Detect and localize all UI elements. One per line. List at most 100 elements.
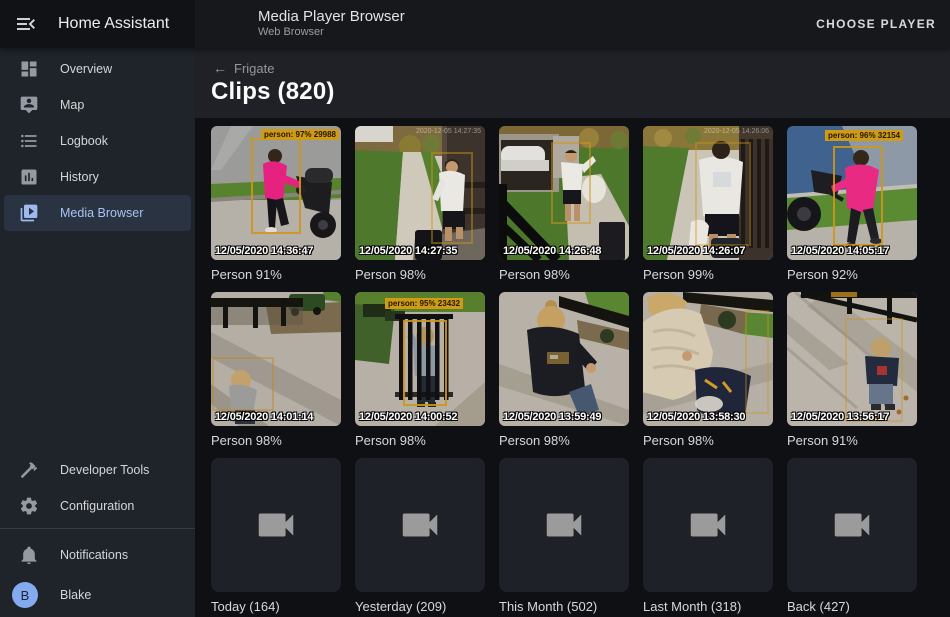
choose-player-button[interactable]: CHOOSE PLAYER <box>816 17 936 31</box>
clip-card[interactable]: 2020-12-05 14:26:06 12/05/2020 14:26:07 … <box>643 126 773 282</box>
clip-timestamp: 12/05/2020 14:01:14 <box>215 411 313 423</box>
clip-label: Person 98% <box>499 267 629 282</box>
clip-timestamp: 12/05/2020 14:00:52 <box>359 411 457 423</box>
clip-thumbnail: 12/05/2020 13:59:49 <box>499 292 629 426</box>
clip-card[interactable]: 12/05/2020 13:58:30 Person 98% <box>643 292 773 448</box>
sidebar-item-overview[interactable]: Overview <box>4 51 191 87</box>
gear-icon <box>19 496 39 516</box>
folder-thumbnail <box>355 458 485 592</box>
clip-thumbnail: person: 95% 23432 12/05/2020 14:00:52 <box>355 292 485 426</box>
folder-label: Today (164) <box>211 599 341 614</box>
folder-card-today[interactable]: Today (164) <box>211 458 341 614</box>
sidebar-item-logbook[interactable]: Logbook <box>4 123 191 159</box>
clip-timestamp: 12/05/2020 14:27:35 <box>359 245 457 257</box>
breadcrumb-back[interactable]: ← Frigate <box>213 60 274 76</box>
sidebar-item-developer-tools[interactable]: Developer Tools <box>4 452 191 488</box>
clip-label: Person 91% <box>211 267 341 282</box>
sidebar-item-label: Developer Tools <box>60 463 149 477</box>
sidebar-item-media-browser[interactable]: Media Browser <box>4 195 191 231</box>
detection-bbox <box>695 142 751 246</box>
sidebar-divider <box>0 528 195 529</box>
media-grid: person: 97% 29988 12/05/2020 14:36:47 Pe… <box>211 126 950 617</box>
sidebar-user[interactable]: B Blake <box>0 573 195 617</box>
clip-timestamp: 12/05/2020 13:56:17 <box>791 411 889 423</box>
video-camera-icon <box>541 502 587 548</box>
clip-label: Person 98% <box>499 433 629 448</box>
video-camera-icon <box>253 502 299 548</box>
clip-timestamp: 12/05/2020 14:26:07 <box>647 245 745 257</box>
folder-card-yesterday[interactable]: Yesterday (209) <box>355 458 485 614</box>
clip-thumbnail: 12/05/2020 13:56:17 <box>787 292 917 426</box>
clip-timestamp: 12/05/2020 14:26:48 <box>503 245 601 257</box>
detection-bbox <box>431 152 473 244</box>
sidebar-item-label: Configuration <box>60 499 134 513</box>
sidebar-item-configuration[interactable]: Configuration <box>4 488 191 524</box>
detection-bbox <box>745 310 769 414</box>
back-arrow-icon: ← <box>213 60 227 76</box>
clip-label: Person 98% <box>643 433 773 448</box>
page-header-subtitle: Web Browser <box>258 26 405 39</box>
clip-label: Person 92% <box>787 267 917 282</box>
chart-box-icon <box>19 167 39 187</box>
clip-card[interactable]: person: 95% 23432 12/05/2020 14:00:52 Pe… <box>355 292 485 448</box>
camera-timestamp-overlay: 2020-12-05 14:27:35 <box>416 128 481 135</box>
detection-label: person: 95% 23432 <box>385 298 463 309</box>
clip-timestamp: 12/05/2020 14:05:17 <box>791 245 889 257</box>
app-title: Home Assistant <box>58 15 169 33</box>
folder-thumbnail <box>643 458 773 592</box>
sidebar-item-notifications[interactable]: Notifications <box>4 537 191 573</box>
sidebar-item-label: History <box>60 170 99 184</box>
clip-scene <box>211 292 341 426</box>
sidebar-item-label: Overview <box>60 62 112 76</box>
clip-card[interactable]: person: 96% 32154 12/05/2020 14:05:17 Pe… <box>787 126 917 282</box>
clip-thumbnail: person: 97% 29988 12/05/2020 14:36:47 <box>211 126 341 260</box>
clip-card[interactable]: 2020-12-05 14:27:35 12/05/2020 14:27:35 … <box>355 126 485 282</box>
clip-card[interactable]: 12/05/2020 14:01:14 Person 98% <box>211 292 341 448</box>
clip-card[interactable]: 12/05/2020 13:56:17 Person 91% <box>787 292 917 448</box>
clip-label: Person 98% <box>211 433 341 448</box>
video-camera-icon <box>397 502 443 548</box>
clip-thumbnail: 12/05/2020 14:26:48 <box>499 126 629 260</box>
folder-label: Last Month (318) <box>643 599 773 614</box>
detection-label: person: 97% 29988 <box>261 129 339 140</box>
detection-label: person: 96% 32154 <box>825 130 903 141</box>
detection-bbox <box>251 138 301 234</box>
media-grid-area: person: 97% 29988 12/05/2020 14:36:47 Pe… <box>195 118 950 617</box>
map-account-icon <box>19 95 39 115</box>
folder-thumbnail <box>499 458 629 592</box>
clip-timestamp: 12/05/2020 13:58:30 <box>647 411 745 423</box>
clip-card[interactable]: 12/05/2020 14:26:48 Person 98% <box>499 126 629 282</box>
content-header: ← Frigate Clips (820) <box>195 48 950 118</box>
breadcrumb-label: Frigate <box>234 61 274 76</box>
sidebar-item-history[interactable]: History <box>4 159 191 195</box>
clip-card[interactable]: person: 97% 29988 12/05/2020 14:36:47 Pe… <box>211 126 341 282</box>
folder-card-back[interactable]: Back (427) <box>787 458 917 614</box>
sidebar-item-label: Notifications <box>60 548 128 562</box>
detection-bbox <box>845 318 903 422</box>
detection-bbox <box>833 146 883 246</box>
avatar: B <box>12 582 38 608</box>
menu-open-icon[interactable] <box>14 12 38 36</box>
folder-thumbnail <box>787 458 917 592</box>
top-app-bar: Home Assistant Media Player Browser Web … <box>0 0 950 48</box>
sidebar-header: Home Assistant <box>0 0 195 48</box>
list-bulleted-icon <box>19 131 39 151</box>
sidebar-item-label: Logbook <box>60 134 108 148</box>
folder-card-last-month[interactable]: Last Month (318) <box>643 458 773 614</box>
clip-timestamp: 12/05/2020 14:36:47 <box>215 245 313 257</box>
clip-label: Person 98% <box>355 267 485 282</box>
clip-label: Person 91% <box>787 433 917 448</box>
sidebar-item-label: Media Browser <box>60 206 143 220</box>
page-title: Clips (820) <box>211 78 335 106</box>
video-camera-icon <box>685 502 731 548</box>
folder-card-this-month[interactable]: This Month (502) <box>499 458 629 614</box>
folder-label: This Month (502) <box>499 599 629 614</box>
media-player-header: Media Player Browser Web Browser CHOOSE … <box>195 0 950 48</box>
clip-thumbnail: person: 96% 32154 12/05/2020 14:05:17 <box>787 126 917 260</box>
user-name: Blake <box>60 588 91 602</box>
sidebar-item-map[interactable]: Map <box>4 87 191 123</box>
clip-thumbnail: 12/05/2020 14:01:14 <box>211 292 341 426</box>
camera-timestamp-overlay: 2020-12-05 14:26:06 <box>704 128 769 135</box>
clip-card[interactable]: 12/05/2020 13:59:49 Person 98% <box>499 292 629 448</box>
folder-label: Yesterday (209) <box>355 599 485 614</box>
